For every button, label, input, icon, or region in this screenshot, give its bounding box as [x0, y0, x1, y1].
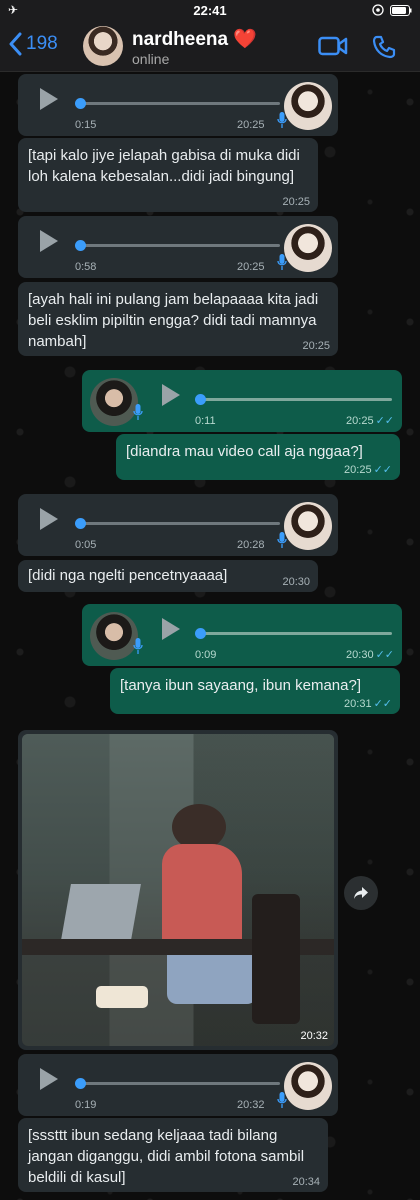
voice-scrub-handle[interactable] [75, 518, 86, 529]
read-ticks-icon: ✓✓ [373, 698, 392, 710]
text-message[interactable]: [didi nga ngelti pencetnyaaaa] 20:30 [18, 560, 318, 592]
voice-scrub-handle[interactable] [195, 628, 206, 639]
microphone-icon [277, 254, 287, 270]
message-time: 20:30 ✓✓ [346, 649, 394, 661]
voice-scrub-handle[interactable] [75, 98, 86, 109]
voice-progress-track[interactable] [200, 398, 392, 401]
chat-header: 198 nardheena ❤️ online [0, 20, 420, 72]
voice-progress-track[interactable] [80, 244, 280, 247]
play-icon[interactable] [40, 508, 58, 530]
contact-avatar[interactable] [83, 26, 123, 66]
text-message[interactable]: [diandra mau video call aja nggaa?] 20:2… [116, 434, 400, 480]
message-time: 20:32 [300, 1030, 328, 1042]
voice-message[interactable]: 0:19 20:32 [18, 1054, 338, 1116]
photo-message[interactable]: 20:32 [18, 730, 338, 1050]
read-ticks-icon: ✓✓ [375, 415, 394, 427]
voice-duration: 0:15 [75, 119, 97, 131]
voice-message[interactable]: 0:15 20:25 [18, 74, 338, 136]
voice-scrub-handle[interactable] [195, 394, 206, 405]
text-message[interactable]: [tapi kalo jiye jelapah gabisa di muka d… [18, 138, 318, 212]
play-icon[interactable] [40, 230, 58, 252]
voice-message[interactable]: 0:05 20:28 [18, 494, 338, 556]
sender-avatar [284, 224, 332, 272]
message-time: 20:28 [237, 539, 265, 551]
message-time: 20:25 ✓✓ [346, 415, 394, 427]
voice-message[interactable]: 0:09 20:30 ✓✓ [82, 604, 402, 666]
unread-count: 198 [26, 33, 58, 54]
message-time: 20:31 ✓✓ [344, 698, 392, 710]
message-time: 20:34 [292, 1176, 320, 1188]
text-message[interactable]: [tanya ibun sayaang, ibun kemana?] 20:31… [110, 668, 400, 714]
play-icon[interactable] [162, 384, 180, 406]
read-ticks-icon: ✓✓ [375, 649, 394, 661]
text-message[interactable]: [sssttt ibun sedang keljaaa tadi bilang … [18, 1118, 328, 1192]
message-time: 20:25 [237, 119, 265, 131]
voice-message[interactable]: 0:58 20:25 [18, 216, 338, 278]
microphone-icon [277, 112, 287, 128]
message-time: 20:25 [237, 261, 265, 273]
battery-icon [390, 4, 412, 16]
voice-call-icon[interactable] [372, 35, 396, 59]
voice-scrub-handle[interactable] [75, 240, 86, 251]
forward-button[interactable] [344, 876, 378, 910]
voice-duration: 0:09 [195, 649, 217, 661]
back-button[interactable]: 198 [8, 32, 58, 56]
contact-status: online [132, 51, 170, 67]
message-time: 20:32 [237, 1099, 265, 1111]
sender-avatar [284, 82, 332, 130]
sender-avatar [284, 1062, 332, 1110]
message-text: [didi nga ngelti pencetnyaaaa] [28, 567, 228, 584]
orientation-lock-icon [372, 4, 384, 16]
voice-duration: 0:05 [75, 539, 97, 551]
status-time: 22:41 [193, 3, 227, 18]
message-time: 20:25 ✓✓ [344, 464, 392, 476]
sender-avatar [90, 612, 138, 660]
microphone-icon [277, 532, 287, 548]
sender-avatar [90, 378, 138, 426]
message-text: [tapi kalo jiye jelapah gabisa di muka d… [28, 147, 300, 185]
message-text: [sssttt ibun sedang keljaaa tadi bilang … [28, 1127, 305, 1186]
microphone-icon [133, 404, 143, 420]
status-icons [372, 4, 412, 16]
message-time: 20:25 [302, 340, 330, 352]
voice-progress-track[interactable] [80, 102, 280, 105]
voice-duration: 0:11 [195, 415, 216, 427]
message-text: [ayah hali ini pulang jam belapaaaa kita… [28, 291, 319, 350]
message-time: 20:30 [282, 576, 310, 588]
video-call-icon[interactable] [318, 35, 348, 57]
status-bar: ✈ 22:41 [0, 0, 420, 20]
voice-scrub-handle[interactable] [75, 1078, 86, 1089]
message-time: 20:25 [282, 196, 310, 208]
play-icon[interactable] [40, 1068, 58, 1090]
voice-progress-track[interactable] [200, 632, 392, 635]
read-ticks-icon: ✓✓ [373, 464, 392, 476]
contact-name[interactable]: nardheena ❤️ [132, 27, 257, 51]
sender-avatar [284, 502, 332, 550]
voice-message[interactable]: 0:11 20:25 ✓✓ [82, 370, 402, 432]
voice-duration: 0:58 [75, 261, 97, 273]
photo-image[interactable] [22, 734, 334, 1046]
microphone-icon [133, 638, 143, 654]
play-icon[interactable] [40, 88, 58, 110]
voice-progress-track[interactable] [80, 1082, 280, 1085]
forward-icon [354, 887, 368, 899]
voice-duration: 0:19 [75, 1099, 97, 1111]
text-message[interactable]: [ayah hali ini pulang jam belapaaaa kita… [18, 282, 338, 356]
voice-progress-track[interactable] [80, 522, 280, 525]
play-icon[interactable] [162, 618, 180, 640]
chevron-left-icon [9, 32, 22, 56]
microphone-icon [277, 1092, 287, 1108]
